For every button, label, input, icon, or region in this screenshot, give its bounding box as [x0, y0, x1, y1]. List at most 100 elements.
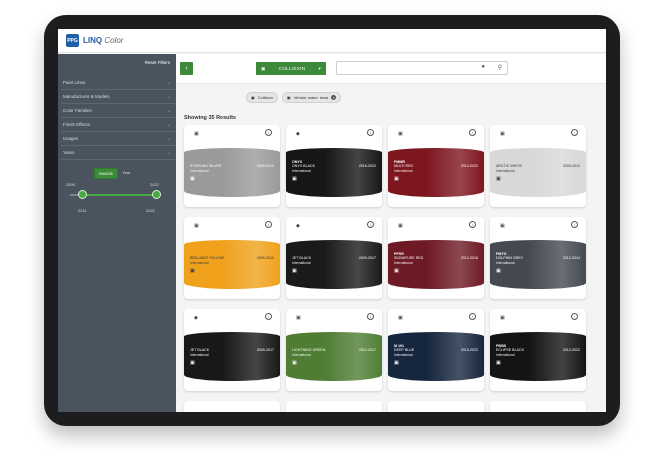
range-mode-button[interactable]: RANGE: [94, 168, 119, 179]
chevron-down-icon: ⌄: [166, 93, 171, 100]
range-mode-toggle: RANGE Year: [94, 168, 134, 179]
filter-row[interactable]: Color Families ⌄: [61, 104, 176, 118]
square-icon: ▣: [296, 315, 301, 321]
info-icon[interactable]: i: [265, 313, 272, 320]
color-years: 2009-2017: [358, 256, 376, 260]
filter-label: Years: [63, 150, 75, 155]
color-name: JET BLACK: [292, 256, 312, 260]
color-name: ONYX BLACK: [292, 164, 315, 168]
color-region: International: [190, 353, 209, 357]
info-icon[interactable]: i: [367, 221, 374, 228]
square-icon: ▣: [500, 131, 505, 137]
search-icon[interactable]: ⚲: [498, 64, 502, 71]
microphone-icon[interactable]: ●: [481, 64, 485, 70]
color-card-partial[interactable]: [490, 401, 586, 412]
info-icon[interactable]: i: [265, 129, 272, 136]
info-icon[interactable]: i: [367, 129, 374, 136]
tablet-frame: PPG LINQ Color Reset Filters Paint Lines…: [44, 15, 620, 426]
filter-label: Paint Lines: [63, 80, 86, 85]
color-name: ECLIPSE BLACK: [496, 348, 524, 352]
info-icon[interactable]: i: [469, 313, 476, 320]
diamond-icon: ◆: [296, 131, 300, 137]
chevron-down-icon: ⌄: [166, 79, 171, 86]
color-card[interactable]: ▣ i LIGHTNING GREEN 2012-2017 International ▣: [286, 309, 382, 391]
range-to-handle[interactable]: [151, 190, 161, 199]
color-card[interactable]: ◆ i JET BLACK 2009-2017 International ▣: [286, 217, 382, 299]
year-range-filter: RANGE Year 2009 2022 2011 2022: [58, 168, 176, 228]
info-icon[interactable]: i: [469, 221, 476, 228]
back-button[interactable]: ‹: [180, 62, 193, 75]
color-card[interactable]: ▣ i M 101 DEEP BLUE 2015-2022 International ▣: [388, 309, 484, 391]
chip-label: Vehicle make: tesla: [293, 95, 329, 100]
square-icon: ▣: [500, 223, 505, 229]
color-card[interactable]: ▣ i PMTG DOLPHIN GREY 2012-2014 International…: [490, 217, 586, 299]
color-years: 2012-2014: [562, 256, 580, 260]
app-header: PPG LINQ Color: [58, 29, 606, 53]
info-icon[interactable]: i: [367, 313, 374, 320]
paint-line-select[interactable]: ▣ COLLISION ▾: [256, 62, 326, 75]
info-icon[interactable]: i: [571, 221, 578, 228]
info-icon[interactable]: i: [571, 313, 578, 320]
color-card[interactable]: ▣ i BRILLIANT YELLOW 2009-2012 International…: [184, 217, 280, 299]
color-card[interactable]: ◆ i ONYX ONYX BLACK 2016-2022 International ▣: [286, 125, 382, 207]
close-icon[interactable]: ×: [331, 95, 337, 100]
app-title-suffix: Color: [104, 36, 124, 45]
active-filter-chips: ▣ Collision ▣ Vehicle make: tesla ×: [246, 92, 342, 103]
app-title-main: LINQ: [83, 36, 103, 45]
square-icon: ▣: [398, 131, 403, 137]
car-icon: ▣: [496, 360, 501, 366]
range-from-label: 2011: [78, 208, 87, 213]
color-region: International: [496, 261, 515, 265]
info-icon[interactable]: i: [571, 129, 578, 136]
car-icon: ▣: [394, 268, 399, 274]
diamond-icon: ◆: [296, 223, 300, 229]
color-name: LIGHTNING GREEN: [292, 348, 326, 352]
color-region: International: [394, 353, 413, 357]
filter-chip[interactable]: ▣ Vehicle make: tesla ×: [281, 92, 342, 103]
color-region: International: [394, 261, 413, 265]
color-card[interactable]: ▣ i ARCTIC WHITE 2009-2012 International ▣: [490, 125, 586, 207]
filter-row[interactable]: Paint Lines ⌄: [61, 76, 176, 90]
color-name: JET BLACK: [190, 348, 210, 352]
square-icon: ▣: [194, 223, 199, 229]
color-card-partial[interactable]: [388, 401, 484, 412]
color-card[interactable]: ▣ i PPSR SIGNATURE RED 2012-2016 Internationa…: [388, 217, 484, 299]
square-icon: ▣: [398, 315, 403, 321]
color-years: 2009-2012: [562, 164, 580, 168]
square-icon: ▣: [194, 131, 199, 137]
chevron-down-icon: ⌄: [166, 107, 171, 114]
range-to-label: 2022: [146, 208, 155, 213]
color-region: International: [292, 169, 311, 173]
color-results-grid: ▣ i STERLING SILVER 2009-2013 International ▣…: [184, 125, 594, 391]
car-icon: ▣: [190, 268, 195, 274]
info-icon[interactable]: i: [469, 129, 476, 136]
reset-filters-button[interactable]: Reset Filters: [58, 54, 176, 70]
color-card-partial[interactable]: [184, 401, 280, 412]
color-card[interactable]: ▣ i PMMR MULTI RED 2012-2022 International ▣: [388, 125, 484, 207]
filter-chip[interactable]: ▣ Collision: [246, 92, 278, 103]
color-card[interactable]: ◆ i JET BLACK 2009-2017 International ▣: [184, 309, 280, 391]
chevron-down-icon: ⌄: [166, 135, 171, 142]
filter-row[interactable]: Manufacturer & Models ⌄: [61, 90, 176, 104]
color-name: SIGNATURE RED: [394, 256, 424, 260]
color-region: International: [394, 169, 413, 173]
color-region: International: [292, 353, 311, 357]
info-icon[interactable]: i: [265, 221, 272, 228]
select-label: COLLISION: [278, 66, 306, 71]
range-min-label: 2009: [66, 182, 75, 187]
filter-label: Color Families: [63, 108, 92, 113]
filter-row[interactable]: Usages ⌄: [61, 132, 176, 146]
search-input[interactable]: ● ⚲: [336, 61, 508, 75]
year-mode-button[interactable]: Year: [118, 168, 134, 179]
color-card-partial[interactable]: [286, 401, 382, 412]
filter-row[interactable]: Years ⌄: [61, 146, 176, 160]
car-icon: ▣: [394, 176, 399, 182]
range-from-handle[interactable]: [78, 190, 88, 199]
color-name: ARCTIC WHITE: [496, 164, 522, 168]
color-years: 2012-2016: [460, 256, 478, 260]
color-card[interactable]: ▣ i STERLING SILVER 2009-2013 International ▣: [184, 125, 280, 207]
car-icon: ▣: [251, 95, 255, 100]
filter-row[interactable]: Finish Effects ⌄: [61, 118, 176, 132]
color-region: International: [496, 169, 515, 173]
color-card[interactable]: ▣ i PBSB ECLIPSE BLACK 2012-2022 Internationa…: [490, 309, 586, 391]
